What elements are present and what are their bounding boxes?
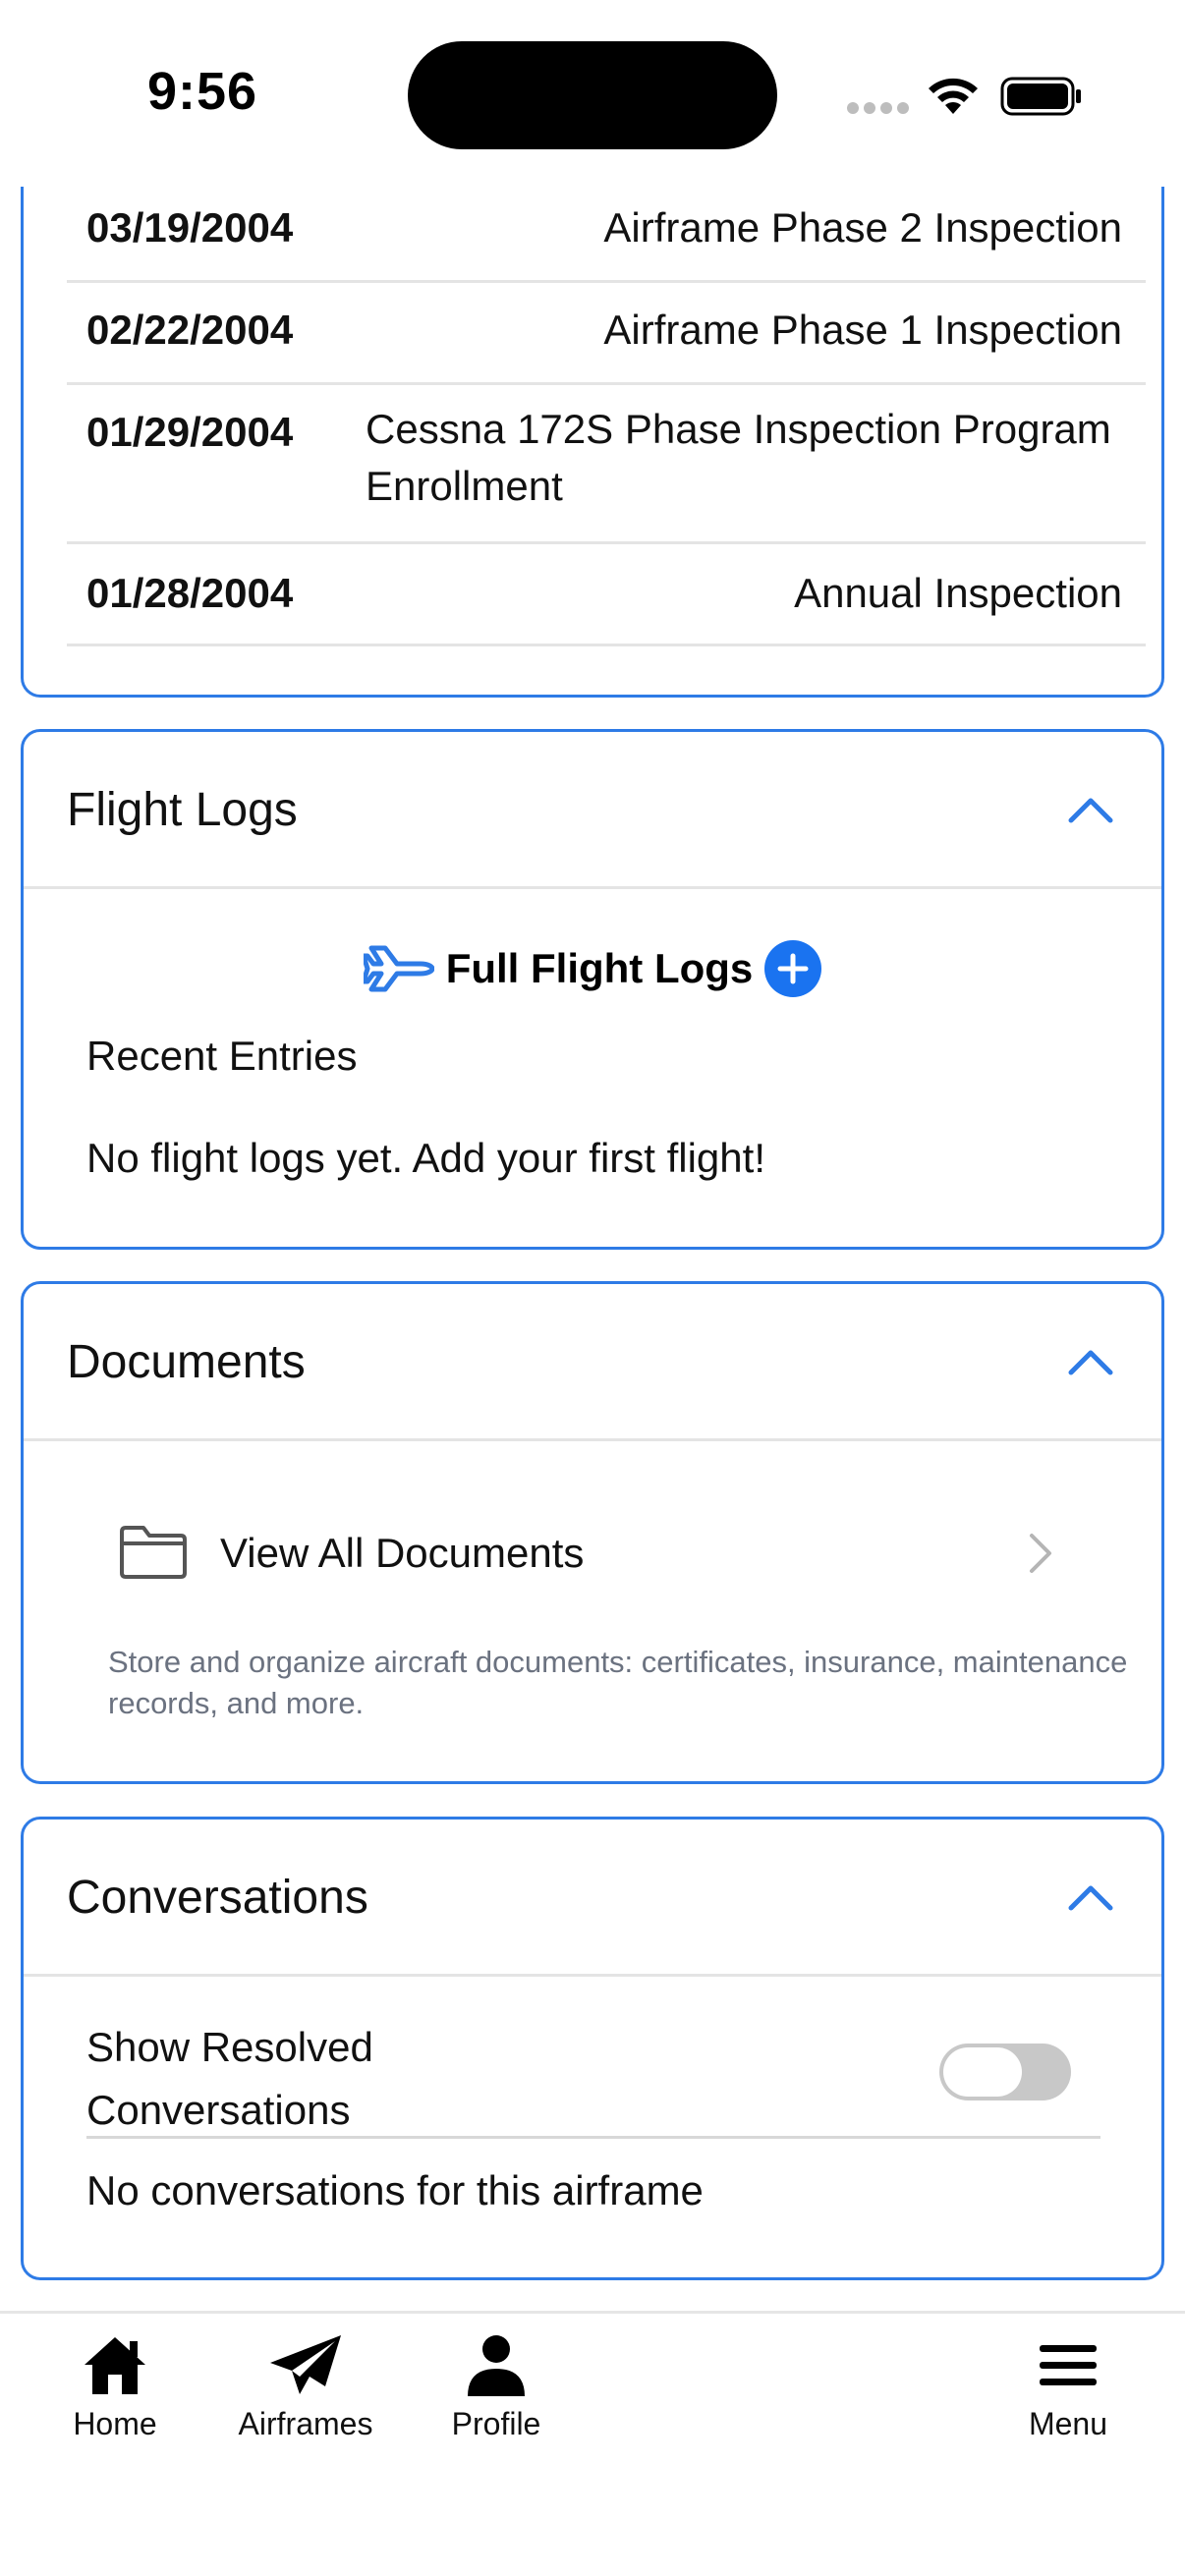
chevron-up-icon[interactable] [1067, 1347, 1114, 1376]
table-row[interactable]: 02/22/2004 Airframe Phase 1 Inspection [67, 283, 1146, 385]
tab-profile[interactable]: Profile [398, 2333, 594, 2471]
flight-logs-header[interactable]: Flight Logs [24, 732, 1161, 889]
inspection-description: Cessna 172S Phase Inspection Program Enr… [366, 406, 1111, 509]
conversations-title: Conversations [67, 1872, 368, 1924]
conversations-header[interactable]: Conversations [24, 1820, 1161, 1977]
table-row[interactable]: 03/19/2004 Airframe Phase 2 Inspection [67, 181, 1146, 283]
flight-logs-title: Flight Logs [67, 784, 298, 836]
inspection-description: Airframe Phase 1 Inspection [603, 307, 1122, 353]
home-icon [85, 2337, 145, 2394]
dynamic-island [408, 41, 777, 149]
inspection-date: 03/19/2004 [86, 204, 294, 251]
add-flight-icon[interactable] [764, 940, 822, 997]
inspection-description: Annual Inspection [794, 570, 1122, 616]
full-flight-logs-link[interactable]: Full Flight Logs [24, 938, 1161, 999]
tab-bar: Home Airframes Profile Menu [0, 2311, 1185, 2576]
show-resolved-label: Show Resolved Conversations [86, 2024, 373, 2133]
inspection-date: 01/29/2004 [86, 409, 294, 455]
paper-plane-icon [270, 2335, 341, 2394]
flight-logs-empty-message: No flight logs yet. Add your first fligh… [86, 1135, 765, 1181]
tab-airframes-label: Airframes [238, 2406, 373, 2441]
table-row[interactable]: 01/29/2004 Cessna 172S Phase Inspection … [67, 385, 1146, 544]
chevron-up-icon[interactable] [1067, 795, 1114, 824]
documents-header[interactable]: Documents [24, 1284, 1161, 1441]
recent-entries-label: Recent Entries [86, 1033, 358, 1079]
conversations-empty-message: No conversations for this airframe [86, 2167, 704, 2213]
person-icon [468, 2335, 525, 2396]
full-flight-logs-label: Full Flight Logs [445, 945, 754, 991]
status-bar: 9:56 [0, 0, 1185, 187]
chevron-right-icon [1030, 1534, 1051, 1573]
chevron-up-icon[interactable] [1067, 1882, 1114, 1912]
conversations-card: Conversations Show Resolved Conversation… [21, 1817, 1164, 2280]
tab-menu[interactable]: Menu [970, 2333, 1166, 2471]
show-resolved-toggle[interactable] [939, 2044, 1071, 2100]
hamburger-menu-icon [1040, 2345, 1097, 2385]
battery-icon [1000, 77, 1081, 116]
tab-profile-label: Profile [451, 2406, 541, 2441]
view-all-documents-label[interactable]: View All Documents [220, 1530, 584, 1577]
inspection-description: Airframe Phase 2 Inspection [603, 204, 1122, 251]
tab-home-label: Home [73, 2406, 157, 2441]
folder-icon [120, 1526, 187, 1579]
cellular-signal-icon [847, 102, 909, 114]
toggle-knob [943, 2047, 1022, 2097]
table-row[interactable]: 01/28/2004 Annual Inspection [67, 544, 1146, 646]
wifi-icon [929, 78, 978, 114]
inspection-history-card: 03/19/2004 Airframe Phase 2 Inspection 0… [21, 138, 1164, 698]
documents-title: Documents [67, 1336, 306, 1388]
documents-description: Store and organize aircraft documents: c… [108, 1645, 1128, 1720]
flight-logs-card: Flight Logs Full Flight Logs Recent Entr… [21, 729, 1164, 1250]
inspection-date: 01/28/2004 [86, 570, 294, 616]
tab-home[interactable]: Home [17, 2333, 213, 2471]
documents-card: Documents View All Documents Store and o… [21, 1281, 1164, 1784]
tab-airframes[interactable]: Airframes [207, 2333, 404, 2471]
divider [86, 2136, 1100, 2139]
status-time: 9:56 [147, 62, 258, 121]
airplane-icon [363, 945, 434, 992]
inspection-date: 02/22/2004 [86, 307, 294, 353]
tab-menu-label: Menu [1028, 2406, 1108, 2441]
